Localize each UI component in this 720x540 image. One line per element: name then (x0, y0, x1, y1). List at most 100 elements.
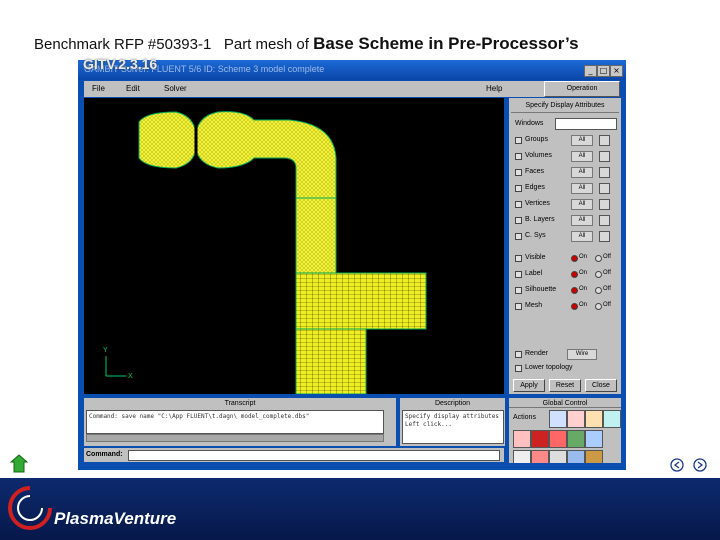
operation-button[interactable]: Operation (544, 81, 620, 97)
entity-select[interactable]: All (571, 231, 593, 242)
global-control-panel: Global Control Actions (509, 398, 621, 470)
view-change-icon[interactable] (585, 430, 603, 448)
description-header: Description (434, 400, 470, 407)
entity-pick-icon[interactable] (599, 199, 610, 210)
windows-label: Windows (515, 120, 544, 127)
entity-label: Groups (525, 136, 548, 143)
apply-button[interactable]: Apply (513, 379, 545, 392)
render-checkbox[interactable] (515, 351, 522, 358)
entity-pick-icon[interactable] (599, 215, 610, 226)
entity-pick-icon[interactable] (599, 167, 610, 178)
fit-to-window-icon[interactable] (549, 410, 567, 428)
mesh-display-icon[interactable] (531, 430, 549, 448)
brand-name: PlasmaVenture (54, 509, 177, 528)
toggle-checkbox[interactable] (515, 303, 522, 310)
description-panel: Description Specify display attributes L… (400, 398, 505, 446)
plasma-logo-icon (8, 486, 52, 530)
entity-label: C. Sys (525, 232, 546, 239)
off-label: Off (603, 286, 611, 292)
on-radio[interactable] (571, 255, 578, 262)
entity-checkbox[interactable] (515, 217, 522, 224)
off-label: Off (603, 302, 611, 308)
entity-select[interactable]: All (571, 151, 593, 162)
lower-topology-checkbox[interactable] (515, 365, 522, 372)
close-button[interactable]: Close (585, 379, 617, 392)
entity-pick-icon[interactable] (599, 231, 610, 242)
menu-file[interactable]: File (92, 84, 105, 93)
command-label: Command: (86, 451, 123, 458)
reset-button[interactable]: Reset (549, 379, 581, 392)
entity-select[interactable]: All (571, 135, 593, 146)
toggle-checkbox[interactable] (515, 271, 522, 278)
entity-checkbox[interactable] (515, 185, 522, 192)
toggle-checkbox[interactable] (515, 255, 522, 262)
entity-checkbox[interactable] (515, 233, 522, 240)
entity-checkbox[interactable] (515, 169, 522, 176)
graphics-viewport[interactable]: Y X (84, 98, 504, 394)
on-radio[interactable] (571, 271, 578, 278)
menubar: File Edit Solver Help (84, 81, 586, 97)
entity-row: Faces All (515, 166, 619, 180)
shade-model-icon[interactable] (549, 430, 567, 448)
prev-slide-icon[interactable] (670, 458, 684, 472)
off-radio[interactable] (595, 271, 602, 278)
command-input[interactable] (128, 450, 500, 461)
pipe-elbow (138, 111, 337, 199)
menu-help[interactable]: Help (486, 84, 502, 93)
render-model-icon[interactable] (513, 430, 531, 448)
command-bar: Command: (84, 448, 504, 462)
orient-model-icon[interactable] (585, 410, 603, 428)
toggle-checkbox[interactable] (515, 287, 522, 294)
description-box: Specify display attributes Left click... (402, 410, 504, 444)
toggle-label: Mesh (525, 302, 543, 309)
windows-row: Windows (515, 118, 619, 132)
on-radio[interactable] (571, 287, 578, 294)
slide-nav (670, 458, 707, 472)
title-left: Benchmark RFP #50393-1 (34, 36, 212, 53)
toggle-row: Silhouette On Off (515, 284, 619, 298)
next-slide-icon[interactable] (693, 458, 707, 472)
title-bold: Base Scheme in Pre-Processor’s (313, 34, 579, 53)
transcript-box[interactable]: Command: save name "C:\App FLUENT\t.dagn… (86, 410, 384, 434)
off-radio[interactable] (595, 255, 602, 262)
transcript-header: Transcript (224, 400, 256, 407)
entity-pick-icon[interactable] (599, 135, 610, 146)
back-arrow-icon[interactable] (10, 454, 28, 474)
render-label: Render (525, 350, 548, 357)
entity-select[interactable]: All (571, 199, 593, 210)
minimize-icon[interactable]: _ (584, 65, 597, 77)
entity-select[interactable]: All (571, 167, 593, 178)
entity-row: B. Layers All (515, 214, 619, 228)
entity-checkbox[interactable] (515, 137, 522, 144)
description-line-2: Left click... (405, 421, 452, 428)
axis-y-label: Y (103, 347, 108, 354)
render-select[interactable]: Wire (567, 349, 597, 360)
windows-selector[interactable] (555, 118, 617, 130)
entity-pick-icon[interactable] (599, 183, 610, 194)
entity-row: Volumes All (515, 150, 619, 164)
lower-topology-row: Lower topology (515, 362, 619, 376)
undo-icon[interactable] (603, 410, 621, 428)
menu-solver[interactable]: Solver (164, 84, 187, 93)
entity-select[interactable]: All (571, 215, 593, 226)
on-label: On (579, 286, 588, 292)
off-radio[interactable] (595, 287, 602, 294)
global-control-title: Global Control (509, 400, 621, 408)
menu-edit[interactable]: Edit (126, 84, 140, 93)
status-strip (78, 463, 626, 470)
close-icon[interactable]: × (610, 65, 623, 77)
off-radio[interactable] (595, 303, 602, 310)
display-attributes-icon[interactable] (567, 430, 585, 448)
pipe-outlet (295, 272, 427, 330)
transcript-line: Command: save name "C:\App FLUENT\t.dagn… (89, 413, 310, 420)
on-radio[interactable] (571, 303, 578, 310)
maximize-icon[interactable]: □ (597, 65, 610, 77)
entity-label: Faces (525, 168, 545, 175)
entity-pick-icon[interactable] (599, 151, 610, 162)
entity-checkbox[interactable] (515, 201, 522, 208)
entity-checkbox[interactable] (515, 153, 522, 160)
transcript-scrollbar[interactable] (86, 434, 384, 442)
entity-row: Edges All (515, 182, 619, 196)
select-pivot-icon[interactable] (567, 410, 585, 428)
entity-select[interactable]: All (571, 183, 593, 194)
